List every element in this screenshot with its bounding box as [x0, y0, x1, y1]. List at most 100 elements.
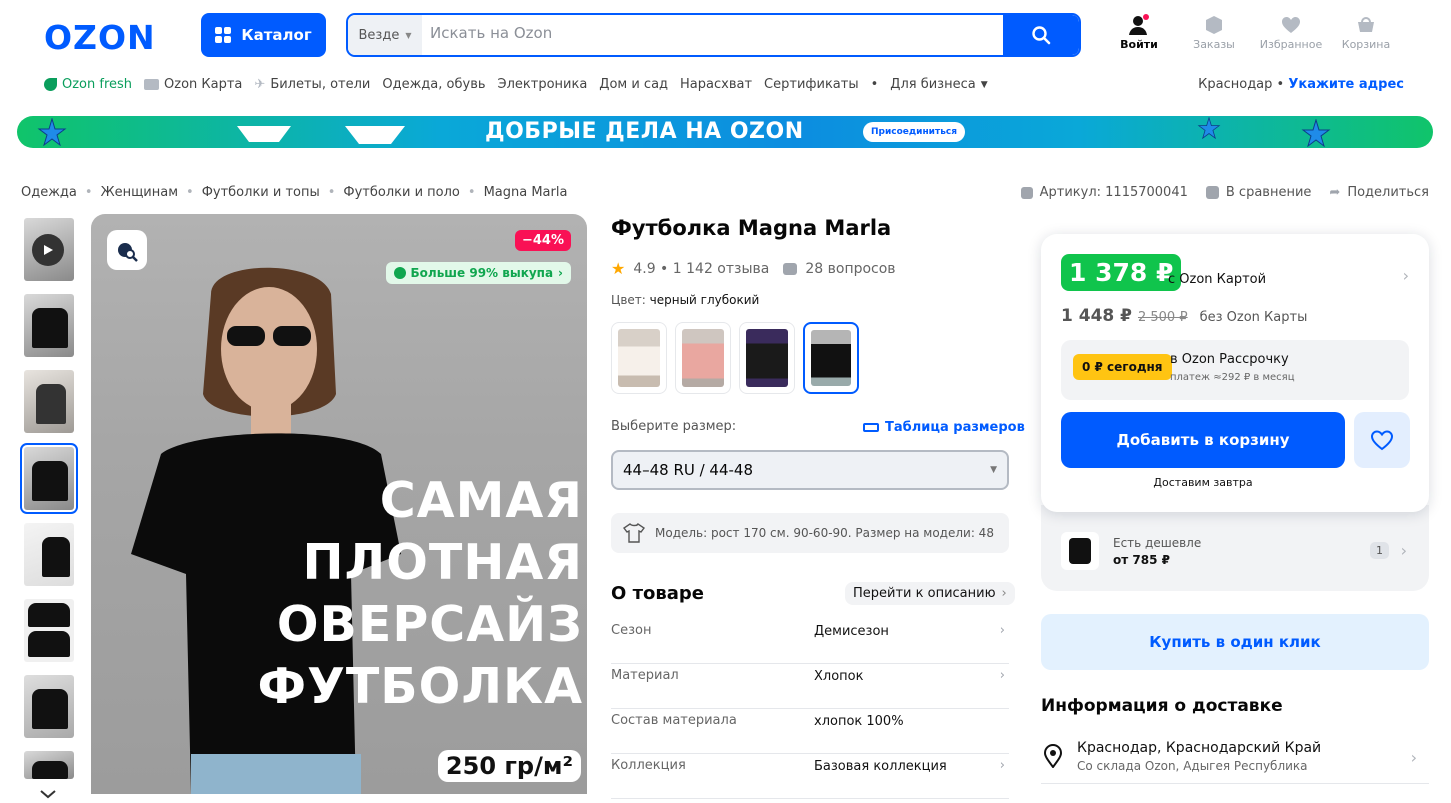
color-value: черный глубокий [649, 293, 760, 307]
size-value: 44–48 RU / 44-48 [623, 461, 754, 479]
location[interactable]: Краснодар • Укажите адрес [1198, 77, 1404, 92]
goto-description-button[interactable]: Перейти к описанию › [845, 582, 1015, 605]
favorite-button[interactable] [1354, 412, 1410, 468]
spec-value: Демисезон [814, 624, 889, 639]
nav-item-electronics[interactable]: Электроника [498, 77, 588, 92]
thumbnail-image [42, 537, 70, 577]
compare-icon [1205, 186, 1219, 199]
breadcrumb-item[interactable]: Футболки и топы [202, 185, 320, 200]
banner-join-button[interactable]: Присоединиться [863, 122, 965, 142]
chevron-right-icon[interactable]: › [1403, 266, 1409, 285]
nav-item-label: Для бизнеса [890, 77, 976, 92]
delivery-info-title: Информация о доставке [1041, 696, 1283, 716]
decor-star-icon [1301, 119, 1331, 147]
nav-item-label: Ozon fresh [62, 77, 133, 92]
product-rating[interactable]: ★ 4.9 • 1 142 отзыва 28 вопросов [611, 259, 896, 278]
header-cart-label: Корзина [1341, 38, 1391, 51]
grid-icon [215, 27, 232, 43]
cheaper-thumbnail [1061, 532, 1099, 570]
gallery-thumbnail-selected[interactable] [20, 443, 78, 514]
gallery-thumbnail[interactable] [24, 294, 74, 357]
compare-button[interactable]: В сравнение [1205, 185, 1311, 200]
header-login[interactable]: Войти [1104, 14, 1174, 51]
header-favorites[interactable]: Избранное [1256, 14, 1326, 51]
color-swatch-pink[interactable] [675, 322, 731, 394]
gallery-thumbnail[interactable] [24, 370, 74, 433]
breadcrumb: Одежда • Женщинам • Футболки и топы • Футбо… [21, 185, 567, 200]
copy-icon [1020, 186, 1033, 199]
nav-item-business[interactable]: Для бизнеса ▼ [890, 77, 987, 92]
breadcrumb-separator: • [467, 185, 476, 200]
cheaper-offer[interactable]: Есть дешевле от 785 ₽ 1 › [1041, 505, 1429, 591]
color-swatch-white[interactable] [611, 322, 667, 394]
header-orders[interactable]: Заказы [1179, 14, 1249, 51]
gallery-thumbnail[interactable] [24, 523, 74, 586]
buyout-badge[interactable]: Больше 99% выкупа › [385, 262, 571, 284]
search-scope-select[interactable]: Везде ▼ [348, 15, 422, 55]
nav-item-ozon-card[interactable]: Ozon Карта [144, 77, 242, 92]
catalog-button[interactable]: Каталог [201, 13, 326, 57]
breadcrumb-item[interactable]: Женщинам [101, 185, 178, 200]
paper-boat-icon [237, 126, 291, 142]
add-to-cart-button[interactable]: Добавить в корзину [1061, 412, 1345, 468]
nav-item-ozon-fresh[interactable]: Ozon fresh [44, 77, 132, 92]
color-label: Цвет: черный глубокий [611, 293, 759, 307]
breadcrumb-item[interactable]: Футболки и поло [343, 185, 459, 200]
delivery-warehouse: Со склада Ozon, Адыгея Республика [1077, 759, 1308, 773]
article-label: Артикул: 1115700041 [1039, 185, 1188, 200]
decor-star-icon [1197, 117, 1221, 139]
address-link[interactable]: Укажите адрес [1288, 77, 1404, 92]
spec-key: Материал [611, 668, 679, 683]
gallery-thumbnail[interactable] [24, 599, 74, 662]
questions-link[interactable]: 28 вопросов [805, 261, 895, 277]
nav-item-tickets[interactable]: ✈ Билеты, отели [254, 77, 370, 92]
nav-item-label: Ozon Карта [164, 77, 243, 92]
article-number[interactable]: Артикул: 1115700041 [1020, 185, 1188, 200]
caret-down-icon: ▼ [990, 465, 997, 475]
spec-row[interactable]: Сезон Демисезон › [611, 619, 1009, 664]
discount-badge: −44% [514, 230, 571, 251]
spec-key: Коллекция [611, 758, 686, 773]
spec-value: Хлопок [814, 669, 864, 684]
visual-search-button[interactable] [107, 230, 147, 270]
header-cart[interactable]: Корзина [1331, 14, 1401, 51]
buyout-label: Больше 99% выкупа [410, 266, 554, 280]
paper-boat-icon [345, 126, 405, 144]
spec-value: хлопок 100% [814, 714, 904, 729]
installment-offer[interactable]: 0 ₽ сегодня в Ozon Рассрочку платеж ≈292… [1061, 340, 1409, 400]
caret-down-icon: ▼ [405, 30, 412, 40]
breadcrumb-item[interactable]: Одежда [21, 185, 77, 200]
location-pin-icon [1043, 744, 1063, 768]
swatch-image [746, 329, 788, 387]
city-label: Краснодар [1198, 77, 1273, 92]
visual-search-icon [118, 243, 138, 262]
ozon-card-label: с Ozon Картой [1168, 272, 1267, 287]
share-button[interactable]: ➦ Поделиться [1329, 185, 1429, 200]
size-select[interactable]: 44–48 RU / 44-48 ▼ [611, 450, 1009, 490]
color-swatch-black-selected[interactable] [803, 322, 859, 394]
buy-one-click-button[interactable]: Купить в один клик [1041, 614, 1429, 670]
spec-row[interactable]: Материал Хлопок › [611, 664, 1009, 709]
promo-banner[interactable]: ДОБРЫЕ ДЕЛА НА OZON Присоединиться [17, 116, 1433, 148]
color-swatch-purple[interactable] [739, 322, 795, 394]
ozon-logo[interactable]: OZON [44, 18, 156, 57]
rating-text[interactable]: 4.9 • 1 142 отзыва [633, 261, 769, 277]
gallery-thumbnail[interactable] [24, 751, 74, 779]
nav-item-hot[interactable]: Нарасхват [680, 77, 752, 92]
delivery-location-row[interactable]: Краснодар, Краснодарский Край Со склада … [1041, 736, 1429, 784]
search-scope-label: Везде [358, 27, 400, 43]
gallery-thumbnail[interactable] [24, 675, 74, 738]
main-product-image[interactable]: −44% Больше 99% выкупа › САМАЯ ПЛОТНАЯ О… [91, 214, 587, 794]
nav-item-clothes[interactable]: Одежда, обувь [382, 77, 485, 92]
product-title: Футболка Magna Marla [611, 216, 892, 240]
gallery-thumbnail-video[interactable] [24, 218, 74, 281]
search-input[interactable] [430, 24, 990, 42]
spec-row[interactable]: Коллекция Базовая коллекция › [611, 754, 1009, 799]
nav-item-home[interactable]: Дом и сад [599, 77, 668, 92]
breadcrumb-item[interactable]: Magna Marla [484, 185, 568, 200]
size-table-link[interactable]: Таблица размеров [863, 420, 1025, 435]
spec-row[interactable]: Состав материала хлопок 100% [611, 709, 1009, 754]
promo-line: САМАЯ [379, 472, 583, 529]
nav-item-certificates[interactable]: Сертификаты [764, 77, 859, 92]
search-button[interactable] [1003, 15, 1079, 55]
